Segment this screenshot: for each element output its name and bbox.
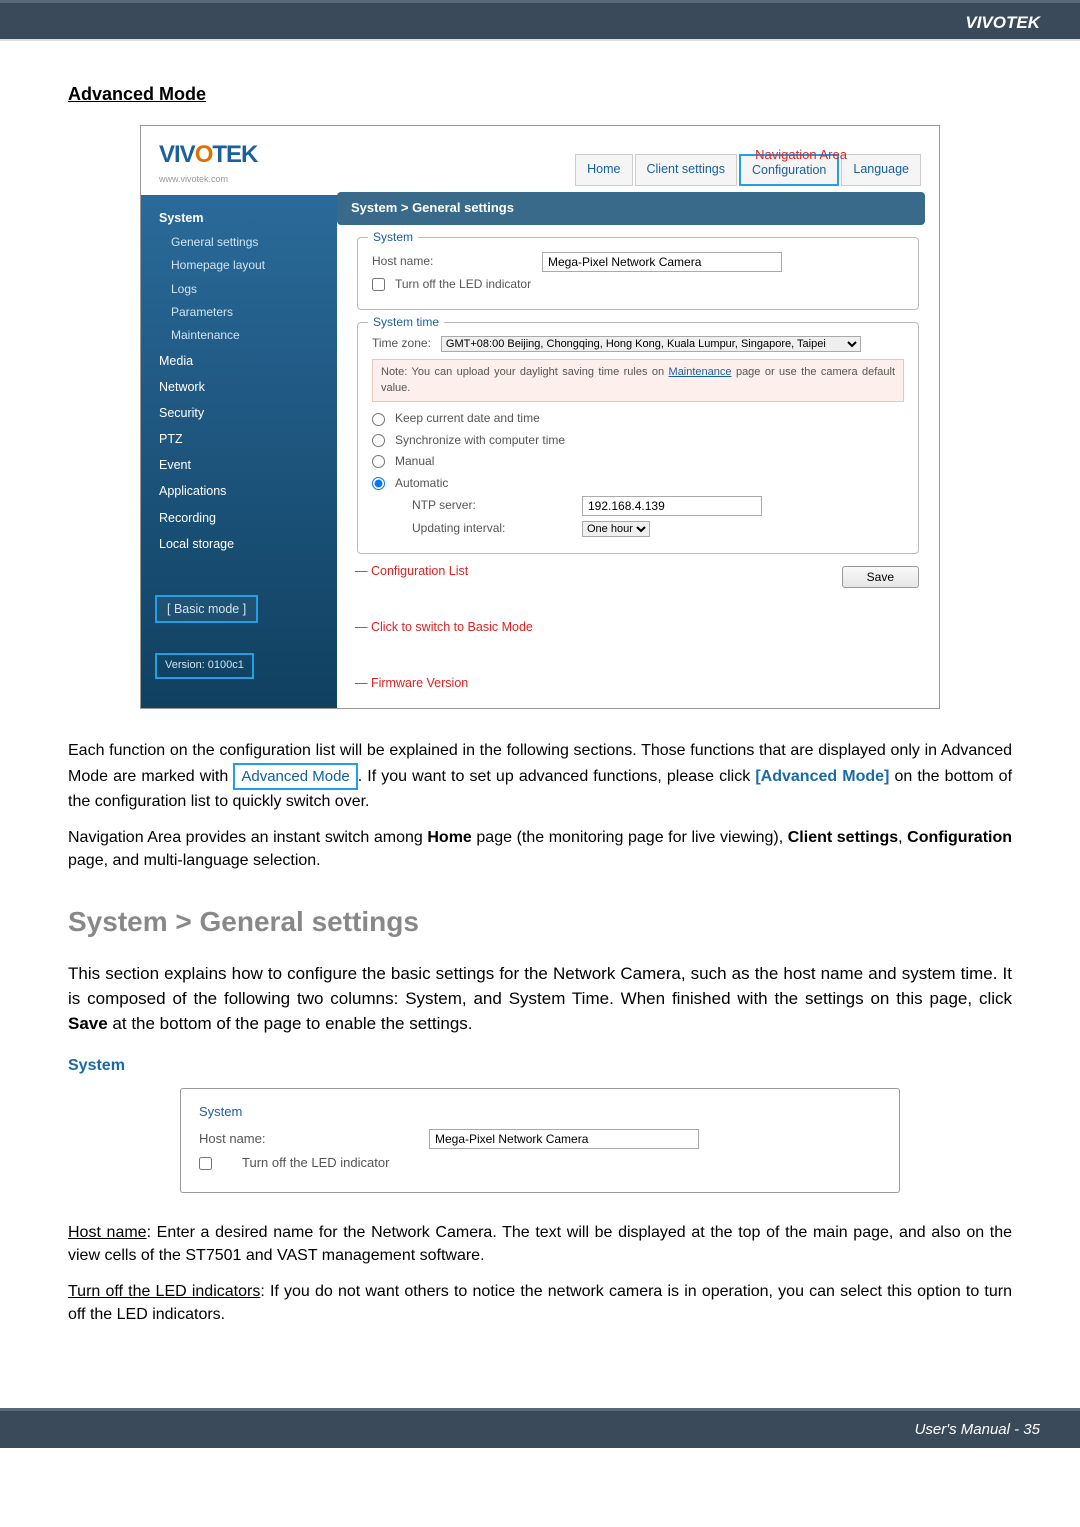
timezone-label: Time zone:: [372, 335, 431, 352]
sidebar-item-logs[interactable]: Logs: [141, 278, 337, 301]
fieldset-system: System Host name: Turn off the LED indic…: [357, 237, 919, 310]
legend-system-time: System time: [368, 314, 444, 331]
sidebar-group-localstorage[interactable]: Local storage: [141, 531, 337, 557]
sidebar-group-system[interactable]: System: [141, 205, 337, 231]
config-main: System Host name: Turn off the LED indic…: [337, 225, 939, 709]
annot-navigation-area: Navigation Area: [755, 146, 847, 165]
radio-keep[interactable]: [372, 413, 385, 426]
block-led-checkbox[interactable]: [199, 1157, 212, 1170]
block-hostname-input[interactable]: [429, 1129, 699, 1149]
sidebar-group-network[interactable]: Network: [141, 374, 337, 400]
hostname-label: Host name:: [372, 253, 532, 270]
ntp-input[interactable]: [582, 496, 762, 516]
paragraph-hostname: Host name: Enter a desired name for the …: [68, 1221, 1012, 1267]
page-footer: User's Manual - 35: [0, 1408, 1080, 1448]
breadcrumb: System > General settings: [337, 192, 925, 225]
nav-client-settings[interactable]: Client settings: [635, 154, 738, 186]
annot-firmware-version: — Firmware Version: [355, 674, 468, 692]
paragraph-2: Navigation Area provides an instant swit…: [68, 826, 1012, 872]
ntp-label: NTP server:: [412, 497, 572, 514]
sidebar-item-maintenance[interactable]: Maintenance: [141, 324, 337, 347]
logo-subtext: www.vivotek.com: [159, 173, 257, 186]
led-checkbox[interactable]: [372, 278, 385, 291]
sidebar-group-media[interactable]: Media: [141, 348, 337, 374]
system-settings-block: System Host name: Turn off the LED indic…: [180, 1088, 900, 1194]
maintenance-link[interactable]: Maintenance: [669, 366, 732, 378]
nav-language[interactable]: Language: [841, 154, 921, 186]
advanced-mode-link-text: [Advanced Mode]: [755, 768, 889, 785]
basic-mode-button[interactable]: [ Basic mode ]: [155, 595, 258, 623]
radio-keep-label: Keep current date and time: [395, 410, 540, 427]
timezone-select[interactable]: GMT+08:00 Beijing, Chongqing, Hong Kong,…: [441, 336, 861, 352]
radio-auto[interactable]: [372, 477, 385, 490]
sidebar-item-parameters[interactable]: Parameters: [141, 301, 337, 324]
config-screenshot: VIVOTEK www.vivotek.com Navigation Area …: [140, 125, 940, 709]
heading-system-general: System > General settings: [68, 902, 1012, 943]
page-content: Advanced Mode VIVOTEK www.vivotek.com Na…: [0, 81, 1080, 1378]
hostname-input[interactable]: [542, 252, 782, 272]
radio-sync-label: Synchronize with computer time: [395, 432, 565, 449]
dst-note: Note: You can upload your daylight savin…: [372, 359, 904, 403]
block-hostname-label: Host name:: [199, 1130, 399, 1149]
paragraph-led: Turn off the LED indicators: If you do n…: [68, 1280, 1012, 1326]
nav-area: Navigation Area Home Client settings Con…: [575, 154, 921, 186]
paragraph-3: This section explains how to configure t…: [68, 962, 1012, 1036]
fieldset-system-time: System time Time zone: GMT+08:00 Beijing…: [357, 322, 919, 554]
block-legend: System: [199, 1103, 881, 1122]
sidebar-item-homepage[interactable]: Homepage layout: [141, 254, 337, 277]
config-sidebar: System General settings Homepage layout …: [141, 195, 337, 709]
legend-system: System: [368, 229, 418, 246]
paragraph-1: Each function on the configuration list …: [68, 739, 1012, 813]
annot-config-list: — Configuration List: [355, 562, 468, 580]
radio-sync[interactable]: [372, 434, 385, 447]
sidebar-group-security[interactable]: Security: [141, 400, 337, 426]
subheading-system: System: [68, 1054, 1012, 1077]
update-interval-select[interactable]: One hour: [582, 521, 650, 537]
firmware-version: Version: 0100c1: [155, 653, 254, 679]
radio-manual[interactable]: [372, 455, 385, 468]
header-divider: [0, 39, 1080, 41]
sidebar-group-event[interactable]: Event: [141, 452, 337, 478]
led-label: Turn off the LED indicator: [395, 276, 531, 293]
section-title: Advanced Mode: [68, 81, 1012, 107]
led-underline: Turn off the LED indicators: [68, 1283, 260, 1300]
nav-home[interactable]: Home: [575, 154, 632, 186]
advanced-mode-badge: Advanced Mode: [233, 763, 357, 791]
radio-manual-label: Manual: [395, 453, 434, 470]
sidebar-group-recording[interactable]: Recording: [141, 505, 337, 531]
annot-basic-mode: — Click to switch to Basic Mode: [355, 618, 533, 636]
radio-auto-label: Automatic: [395, 475, 448, 492]
sidebar-group-ptz[interactable]: PTZ: [141, 426, 337, 452]
sidebar-item-general[interactable]: General settings: [141, 231, 337, 254]
vivotek-logo: VIVOTEK: [159, 138, 257, 173]
block-led-label: Turn off the LED indicator: [242, 1154, 389, 1173]
save-button[interactable]: Save: [842, 566, 919, 588]
sidebar-group-applications[interactable]: Applications: [141, 478, 337, 504]
footer-text: User's Manual - 35: [915, 1421, 1040, 1438]
hostname-underline: Host name: [68, 1224, 147, 1241]
update-interval-label: Updating interval:: [412, 520, 572, 537]
page-header: VIVOTEK: [0, 0, 1080, 39]
brand-text: VIVOTEK: [965, 13, 1040, 32]
